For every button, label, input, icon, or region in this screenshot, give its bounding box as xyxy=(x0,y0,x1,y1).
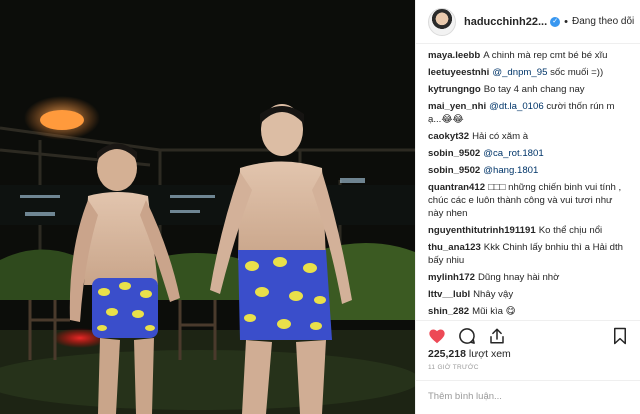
comment-text: A chinh mà rep cmt bé bé xĩu xyxy=(483,50,608,61)
heart-icon[interactable] xyxy=(426,325,448,347)
comment-mention-link[interactable]: @hang.1801 xyxy=(483,165,538,176)
following-button[interactable]: Đang theo dõi xyxy=(572,16,634,27)
comment-item: leetuyeestnhi @_dnpm_95 sốc muối =)) xyxy=(428,66,628,79)
post-video[interactable] xyxy=(0,0,415,414)
comment-item: caokyt32 Hải có xăm à xyxy=(428,130,628,143)
comment-item: thu_ana123 Kkk Chinh lấy bnhiu thì a Hải … xyxy=(428,241,628,267)
comment-item: sobin_9502 @hang.1801 xyxy=(428,164,628,177)
comment-text: sốc muối =)) xyxy=(550,67,604,78)
comment-mention-link[interactable]: @dt.la_0106 xyxy=(489,101,544,112)
username-link[interactable]: haducchinh22... xyxy=(464,16,547,28)
comment-item: quantran412 □□□ những chiến binh vui tính… xyxy=(428,181,628,220)
share-icon[interactable] xyxy=(486,325,508,347)
comment-item: mylinh172 Dũng hnay hài nhờ xyxy=(428,271,628,284)
comment-username-link[interactable]: shin_282 xyxy=(428,306,469,317)
comment-item: mai_yen_nhi @dt.la_0106 cười thốn rún m ạ… xyxy=(428,100,628,126)
add-comment-input[interactable]: Thêm bình luận... xyxy=(416,380,640,414)
comment-bubble-icon[interactable] xyxy=(456,325,478,347)
comment-text: Hải có xăm à xyxy=(472,131,529,142)
view-count[interactable]: 225,218 lượt xem xyxy=(428,348,511,360)
comment-text: Bo tay 4 anh chang nay xyxy=(483,84,585,95)
verified-badge-icon: ✓ xyxy=(550,16,561,27)
video-frame xyxy=(0,0,415,414)
comment-username-link[interactable]: quantran412 xyxy=(428,182,485,193)
comment-item: shin_282 Mũi kìa 😋 xyxy=(428,305,628,318)
comment-username-link[interactable]: kytrungngo xyxy=(428,84,481,95)
comments-list[interactable]: maya.leebb A chinh mà rep cmt bé bé xĩu le… xyxy=(416,44,640,320)
comment-mention-link[interactable]: @ca_rot.1801 xyxy=(483,148,543,159)
comment-item: lttv__lubl Nhây vậy xyxy=(428,288,628,301)
bookmark-icon[interactable] xyxy=(609,325,631,347)
post-sidebar: haducchinh22... ✓ • Đang theo dõi maya.l… xyxy=(415,0,640,414)
views-label: lượt xem xyxy=(468,348,511,360)
comment-username-link[interactable]: mylinh172 xyxy=(428,272,475,283)
comment-text: Nhây vậy xyxy=(473,289,514,300)
post-timestamp[interactable]: 11 GIỜ TRƯỚC xyxy=(428,364,479,371)
comment-username-link[interactable]: sobin_9502 xyxy=(428,165,480,176)
comment-username-link[interactable]: sobin_9502 xyxy=(428,148,480,159)
post-header: haducchinh22... ✓ • Đang theo dõi xyxy=(416,0,640,44)
comment-username-link[interactable]: maya.leebb xyxy=(428,50,480,61)
comment-text: Mũi kìa 😋 xyxy=(472,306,516,317)
lamp xyxy=(40,110,84,130)
avatar[interactable] xyxy=(428,7,456,36)
comment-username-link[interactable]: thu_ana123 xyxy=(428,242,481,253)
comment-item: maya.leebb A chinh mà rep cmt bé bé xĩu xyxy=(428,49,628,62)
views-number: 225,218 xyxy=(428,348,466,360)
comment-item: nguyenthitutrinh191191 Ko thể chịu nổi xyxy=(428,224,628,237)
comment-username-link[interactable]: leetuyeestnhi xyxy=(428,67,489,78)
comment-mention-link[interactable]: @_dnpm_95 xyxy=(492,67,547,78)
comment-item: sobin_9502 @ca_rot.1801 xyxy=(428,147,628,160)
comment-username-link[interactable]: caokyt32 xyxy=(428,131,469,142)
separator-dot: • xyxy=(564,15,568,28)
instagram-post-window: haducchinh22... ✓ • Đang theo dõi maya.l… xyxy=(0,0,640,414)
comment-username-link[interactable]: nguyenthitutrinh191191 xyxy=(428,225,536,236)
comment-text: Ko thể chịu nổi xyxy=(538,225,603,236)
comment-text: Dũng hnay hài nhờ xyxy=(477,272,560,283)
comment-item: kytrungngo Bo tay 4 anh chang nay xyxy=(428,83,628,96)
comment-username-link[interactable]: lttv__lubl xyxy=(428,289,470,300)
comment-username-link[interactable]: mai_yen_nhi xyxy=(428,101,486,112)
action-bar xyxy=(416,320,640,346)
